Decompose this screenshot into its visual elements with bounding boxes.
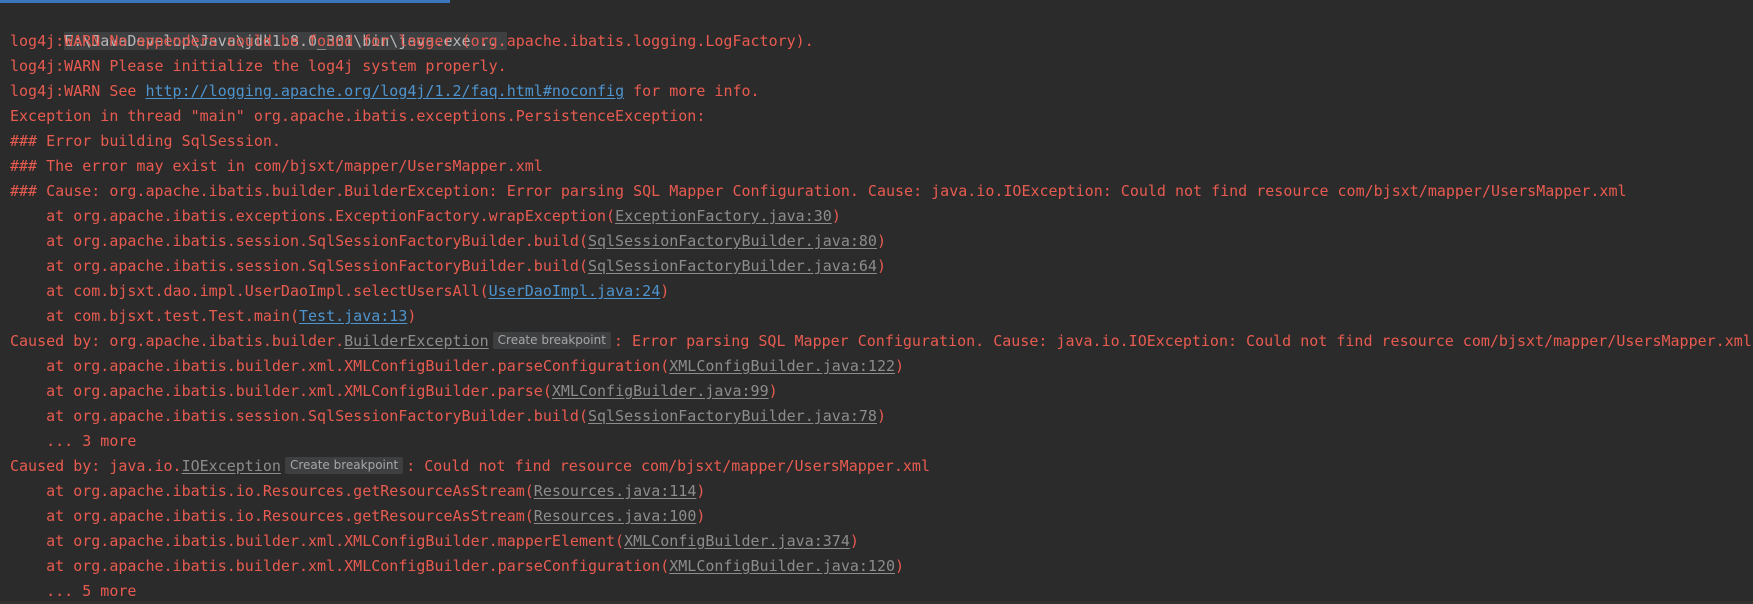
log-line-warn-3: log4j:WARN See http://logging.apache.org… — [10, 79, 1753, 104]
frame-close: ) — [831, 207, 841, 225]
frame-close: ) — [876, 407, 886, 425]
frame-close: ) — [660, 282, 670, 300]
exception-line: Exception in thread "main" org.apache.ib… — [10, 107, 715, 125]
frame-text: at org.apache.ibatis.io.Resources.getRes… — [10, 482, 534, 500]
stack-frame: at org.apache.ibatis.io.Resources.getRes… — [10, 479, 1753, 504]
stack-frame: at org.apache.ibatis.exceptions.Exceptio… — [10, 204, 1753, 229]
caused-by-line: Caused by: org.apache.ibatis.builder.Bui… — [10, 329, 1753, 354]
warn3-suffix: for more info. — [624, 82, 760, 100]
run-console: E:\JavaDevelop\Java\jdk1.8.0_301\bin\jav… — [0, 0, 1753, 604]
more-frames[interactable]: ... 3 more — [10, 429, 1753, 454]
frame-text: at org.apache.ibatis.builder.xml.XMLConf… — [10, 357, 670, 375]
exception-class-link[interactable]: BuilderException — [344, 332, 489, 350]
stack-frame: at org.apache.ibatis.builder.xml.XMLConf… — [10, 554, 1753, 579]
stack-frame: at org.apache.ibatis.io.Resources.getRes… — [10, 504, 1753, 529]
create-breakpoint-button[interactable]: Create breakpoint — [284, 457, 404, 474]
caused-message: : Error parsing SQL Mapper Configuration… — [613, 332, 1752, 350]
source-link[interactable]: SqlSessionFactoryBuilder.java:78 — [588, 407, 877, 425]
stack-frame: at com.bjsxt.test.Test.main(Test.java:13… — [10, 304, 1753, 329]
stack-frame: at org.apache.ibatis.builder.xml.XMLConf… — [10, 354, 1753, 379]
exception-class-link[interactable]: IOException — [182, 457, 281, 475]
log-line-warn-2: log4j:WARN Please initialize the log4j s… — [10, 57, 507, 75]
frame-close: ) — [407, 307, 417, 325]
stack-frame: at org.apache.ibatis.session.SqlSessionF… — [10, 254, 1753, 279]
create-breakpoint-button[interactable]: Create breakpoint — [492, 332, 611, 349]
caused-prefix: Caused by: java.io. — [10, 457, 182, 475]
console-output: E:\JavaDevelop\Java\jdk1.8.0_301\bin\jav… — [10, 4, 1753, 604]
source-link[interactable]: XMLConfigBuilder.java:374 — [624, 532, 850, 550]
log-line-warn-1: log4j:WARN No appenders could be found f… — [10, 32, 814, 50]
frame-close: ) — [895, 357, 905, 375]
stack-frame: at org.apache.ibatis.builder.xml.XMLConf… — [10, 529, 1753, 554]
frame-text: at org.apache.ibatis.builder.xml.XMLConf… — [10, 532, 625, 550]
stack-frame: at org.apache.ibatis.builder.xml.XMLConf… — [10, 379, 1753, 404]
log4j-faq-link[interactable]: http://logging.apache.org/log4j/1.2/faq.… — [145, 82, 624, 100]
source-link[interactable]: XMLConfigBuilder.java:99 — [552, 382, 769, 400]
warn3-prefix: log4j:WARN See — [10, 82, 146, 100]
source-link[interactable]: Resources.java:100 — [534, 507, 697, 525]
caused-message: : Could not find resource com/bjsxt/mapp… — [406, 457, 930, 475]
source-link[interactable]: XMLConfigBuilder.java:122 — [669, 357, 895, 375]
source-link[interactable]: SqlSessionFactoryBuilder.java:64 — [588, 257, 877, 275]
source-link[interactable]: UserDaoImpl.java:24 — [489, 282, 661, 300]
error-building-line: ### Error building SqlSession. — [10, 132, 281, 150]
frame-text: at org.apache.ibatis.io.Resources.getRes… — [10, 507, 534, 525]
source-link[interactable]: ExceptionFactory.java:30 — [615, 207, 832, 225]
frame-close: ) — [768, 382, 778, 400]
frame-text: at org.apache.ibatis.session.SqlSessionF… — [10, 232, 588, 250]
tab-indicator — [0, 0, 450, 3]
error-cause-line: ### Cause: org.apache.ibatis.builder.Bui… — [10, 182, 1627, 200]
frame-text: at com.bjsxt.test.Test.main( — [10, 307, 299, 325]
frame-close: ) — [895, 557, 905, 575]
stack-frame: at org.apache.ibatis.session.SqlSessionF… — [10, 404, 1753, 429]
frame-text: at org.apache.ibatis.session.SqlSessionF… — [10, 407, 588, 425]
source-link[interactable]: SqlSessionFactoryBuilder.java:80 — [588, 232, 877, 250]
frame-text: at org.apache.ibatis.builder.xml.XMLConf… — [10, 557, 670, 575]
frame-close: ) — [696, 482, 706, 500]
frame-text: at com.bjsxt.dao.impl.UserDaoImpl.select… — [10, 282, 489, 300]
frame-close: ) — [876, 232, 886, 250]
frame-text: at org.apache.ibatis.builder.xml.XMLConf… — [10, 382, 552, 400]
error-exist-line: ### The error may exist in com/bjsxt/map… — [10, 157, 543, 175]
frame-close: ) — [696, 507, 706, 525]
frame-close: ) — [876, 257, 886, 275]
stack-frame: at com.bjsxt.dao.impl.UserDaoImpl.select… — [10, 279, 1753, 304]
frame-close: ) — [849, 532, 859, 550]
source-link[interactable]: Test.java:13 — [299, 307, 407, 325]
caused-by-line: Caused by: java.io.IOException Create bre… — [10, 454, 1753, 479]
source-link[interactable]: XMLConfigBuilder.java:120 — [669, 557, 895, 575]
command-line: E:\JavaDevelop\Java\jdk1.8.0_301\bin\jav… — [10, 4, 1753, 50]
frame-text: at org.apache.ibatis.session.SqlSessionF… — [10, 257, 588, 275]
caused-prefix: Caused by: org.apache.ibatis.builder. — [10, 332, 345, 350]
frame-text: at org.apache.ibatis.exceptions.Exceptio… — [10, 207, 616, 225]
stack-frame: at org.apache.ibatis.session.SqlSessionF… — [10, 229, 1753, 254]
source-link[interactable]: Resources.java:114 — [534, 482, 697, 500]
